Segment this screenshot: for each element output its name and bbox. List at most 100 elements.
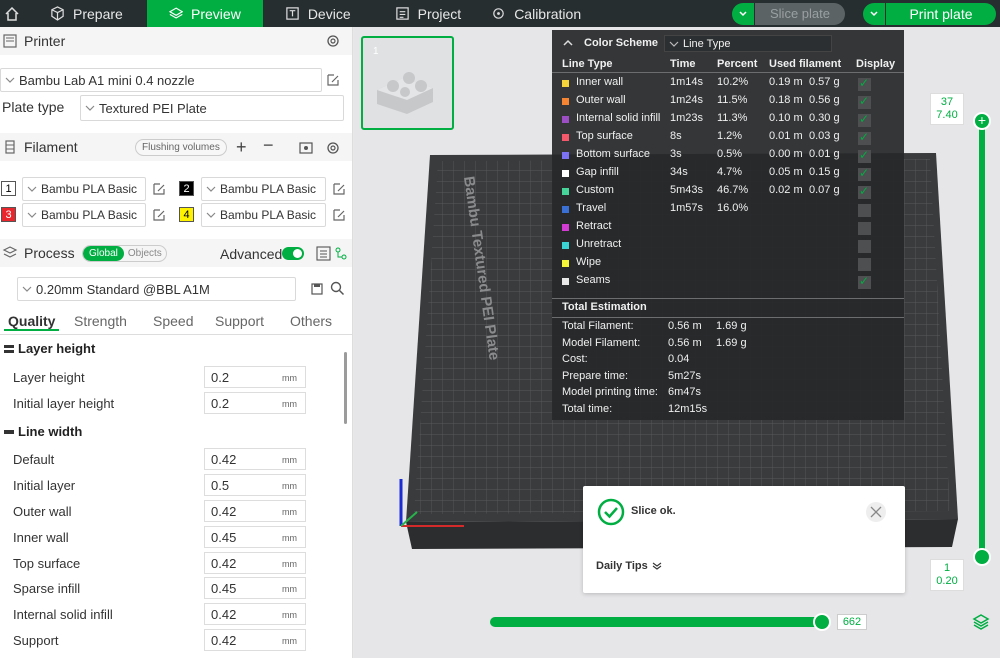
slice-dropdown-button[interactable] <box>732 2 754 25</box>
tab-strength[interactable]: Strength <box>70 313 131 329</box>
color-swatch <box>562 116 569 123</box>
objects-option[interactable]: Objects <box>124 246 166 261</box>
setting-input[interactable]: 0.45 mm <box>204 577 306 599</box>
advanced-toggle[interactable] <box>282 247 304 260</box>
edit-icon[interactable] <box>152 182 166 196</box>
setting-label: Outer wall <box>13 503 72 519</box>
setting-input[interactable]: 0.2 mm <box>204 366 306 388</box>
sync-ams-icon[interactable] <box>298 140 314 156</box>
display-checkbox[interactable] <box>858 184 871 199</box>
tab-calibration[interactable]: Calibration <box>483 0 603 27</box>
edit-icon[interactable] <box>152 208 166 222</box>
settings-scrollbar[interactable] <box>344 352 347 424</box>
setting-input[interactable]: 0.42 mm <box>204 629 306 651</box>
edit-icon[interactable] <box>332 182 346 196</box>
display-checkbox[interactable] <box>858 76 871 91</box>
display-checkbox[interactable] <box>858 240 871 253</box>
legend-row: Inner wall 1m14s 10.2% 0.19 m 0.57 g <box>552 76 904 94</box>
gear-icon[interactable] <box>325 140 341 156</box>
setting-input[interactable]: 0.42 mm <box>204 500 306 522</box>
calibration-icon <box>493 8 504 19</box>
color-swatch <box>562 152 569 159</box>
chevron-down-icon <box>669 41 679 47</box>
process-preset-select[interactable]: 0.20mm Standard @BBL A1M <box>17 277 296 301</box>
setting-row: Default 0.42 mm <box>13 448 343 470</box>
display-checkbox[interactable] <box>858 130 871 145</box>
line-type-length: 0.19 m <box>769 76 803 88</box>
layers-icon[interactable] <box>972 613 990 631</box>
total-label: Model Filament: <box>562 336 641 349</box>
line-type-time: 1m57s <box>670 202 704 214</box>
tab-project[interactable]: Project <box>373 0 484 27</box>
filament-slot-2-select[interactable]: Bambu PLA Basic <box>201 177 326 201</box>
home-icon[interactable] <box>0 0 24 27</box>
move-slider-handle[interactable] <box>813 613 831 631</box>
tab-support[interactable]: Support <box>211 313 268 329</box>
global-objects-toggle[interactable]: Global Objects <box>82 245 167 262</box>
compare-icon[interactable] <box>334 246 348 261</box>
setting-row: Internal solid infill 0.42 mm <box>13 603 343 625</box>
top-layer-handle[interactable]: + <box>973 112 991 130</box>
move-slider-track[interactable] <box>490 617 820 627</box>
line-type-percent: 0.5% <box>717 148 743 160</box>
flushing-volumes-button[interactable]: Flushing volumes <box>135 139 227 156</box>
global-option[interactable]: Global <box>83 246 124 261</box>
remove-filament-icon[interactable]: − <box>263 135 274 156</box>
display-checkbox[interactable] <box>858 258 871 271</box>
display-checkbox[interactable] <box>858 166 871 181</box>
col-display: Display <box>856 58 896 70</box>
setting-row: Outer wall 0.42 mm <box>13 500 343 522</box>
setting-row: Initial layer height 0.2 mm <box>13 392 343 414</box>
setting-input[interactable]: 0.45 mm <box>204 526 306 548</box>
add-filament-icon[interactable]: + <box>236 137 247 158</box>
setting-input[interactable]: 0.42 mm <box>204 448 306 470</box>
setting-input[interactable]: 0.42 mm <box>204 552 306 574</box>
display-checkbox[interactable] <box>858 222 871 235</box>
tab-quality[interactable]: Quality <box>4 313 60 331</box>
line-type-time: 3s <box>670 148 682 160</box>
filament-slot-3-select[interactable]: Bambu PLA Basic <box>22 203 146 227</box>
color-swatch <box>562 206 569 213</box>
tab-device[interactable]: Device <box>263 0 373 27</box>
gear-icon[interactable] <box>325 33 341 49</box>
printer-select[interactable]: Bambu Lab A1 mini 0.4 nozzle <box>0 68 322 92</box>
scheme-select[interactable]: Line Type <box>664 35 832 52</box>
print-plate-button[interactable]: Print plate <box>886 2 996 25</box>
bottom-layer-handle[interactable] <box>973 548 991 566</box>
display-checkbox[interactable] <box>858 148 871 163</box>
search-icon[interactable] <box>330 281 345 296</box>
slice-plate-button[interactable]: Slice plate <box>755 2 845 25</box>
total-label: Cost: <box>562 353 588 365</box>
display-checkbox[interactable] <box>858 204 871 217</box>
chevron-down-icon <box>739 10 747 16</box>
filament-slot-1-select[interactable]: Bambu PLA Basic <box>22 177 146 201</box>
print-dropdown-button[interactable] <box>863 2 885 25</box>
layer-slider-track[interactable] <box>979 118 985 558</box>
tab-speed[interactable]: Speed <box>149 313 197 329</box>
setting-label: Support <box>13 632 59 648</box>
setting-input[interactable]: 0.5 mm <box>204 474 306 496</box>
tab-prepare[interactable]: Prepare <box>24 0 147 27</box>
line-type-weight: 0.15 g <box>809 166 840 178</box>
line-type-length: 0.00 m <box>769 148 803 160</box>
plate-type-select[interactable]: Textured PEI Plate <box>80 95 344 121</box>
total-value: 12m15s <box>668 402 708 415</box>
tab-label: Calibration <box>514 5 582 22</box>
cube-icon <box>51 6 64 21</box>
edit-icon[interactable] <box>332 208 346 222</box>
save-icon[interactable] <box>310 282 324 296</box>
display-checkbox[interactable] <box>858 94 871 109</box>
setting-input[interactable]: 0.2 mm <box>204 392 306 414</box>
display-checkbox[interactable] <box>858 112 871 127</box>
legend-row: Bottom surface 3s 0.5% 0.00 m 0.01 g <box>552 148 904 166</box>
setting-input[interactable]: 0.42 mm <box>204 603 306 625</box>
list-icon[interactable] <box>316 246 331 261</box>
display-checkbox[interactable] <box>858 274 871 289</box>
daily-tips-toggle[interactable]: Daily Tips <box>596 560 662 572</box>
filament-slot-4-select[interactable]: Bambu PLA Basic <box>201 203 326 227</box>
collapse-icon[interactable] <box>562 39 574 47</box>
tab-others[interactable]: Others <box>286 313 336 329</box>
edit-icon[interactable] <box>326 73 340 87</box>
close-icon[interactable] <box>865 501 887 523</box>
tab-preview[interactable]: Preview <box>146 0 263 27</box>
